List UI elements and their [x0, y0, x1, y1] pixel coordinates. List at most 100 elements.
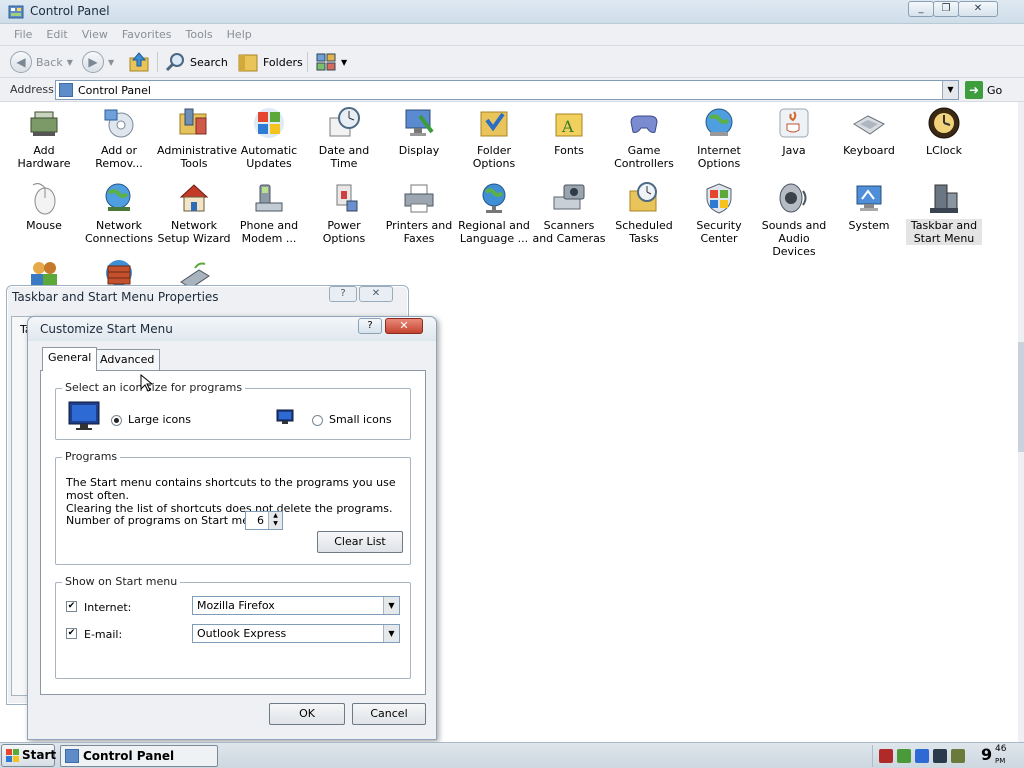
- dropdown-arrow-icon[interactable]: ▼: [383, 597, 399, 614]
- item-automatic-updates[interactable]: Automatic Updates: [231, 104, 307, 170]
- close-button[interactable]: ✕: [958, 1, 998, 17]
- globe-icon: [702, 106, 736, 140]
- large-icons-label[interactable]: Large icons: [128, 413, 191, 426]
- item-mouse[interactable]: Mouse: [6, 179, 82, 232]
- address-dropdown-arrow[interactable]: ▼: [942, 81, 958, 99]
- item-fonts[interactable]: A Fonts: [531, 104, 607, 157]
- item-lclock[interactable]: LClock: [906, 104, 982, 157]
- monitor-tray-icon[interactable]: [933, 749, 947, 763]
- email-client-select[interactable]: Outlook Express ▼: [192, 624, 400, 643]
- menu-favorites[interactable]: Favorites: [122, 24, 172, 46]
- item-network-connections[interactable]: Network Connections: [81, 179, 157, 245]
- item-scanners-and-cameras[interactable]: Scanners and Cameras: [531, 179, 607, 245]
- item-power-options[interactable]: Power Options: [306, 179, 382, 245]
- up-folder-button[interactable]: [127, 50, 151, 74]
- back-button[interactable]: ◀ Back ▼: [10, 50, 73, 74]
- search-button[interactable]: Search: [164, 50, 228, 74]
- windows-logo-icon: [6, 749, 19, 762]
- item-game-controllers[interactable]: Game Controllers: [606, 104, 682, 170]
- menu-help[interactable]: Help: [227, 24, 252, 46]
- item-add-hardware[interactable]: Add Hardware: [6, 104, 82, 170]
- clock-tray-icon[interactable]: [951, 749, 965, 763]
- toolbar: ◀ Back ▼ ▶ ▼ Search Folders ▼: [0, 46, 1024, 78]
- speaker-icon: [777, 181, 811, 215]
- taskbar: Start Control Panel 9 46 PM: [0, 742, 1024, 768]
- item-internet-options[interactable]: Internet Options: [681, 104, 757, 170]
- folder-options-icon: [477, 106, 511, 140]
- large-monitor-icon: [68, 401, 100, 434]
- item-keyboard[interactable]: Keyboard: [831, 104, 907, 157]
- menu-tools[interactable]: Tools: [186, 24, 213, 46]
- mouse-icon: [27, 181, 61, 215]
- menu-file[interactable]: File: [14, 24, 32, 46]
- item-add-remove[interactable]: Add or Remov...: [81, 104, 157, 170]
- network-tray-icon[interactable]: [897, 749, 911, 763]
- back-arrow-icon: ◀: [10, 51, 32, 73]
- email-checkbox[interactable]: ✔: [66, 628, 77, 639]
- go-button[interactable]: ➜ Go: [965, 81, 1002, 99]
- icon-size-group: Select an icon size for programs Large i…: [55, 381, 411, 440]
- address-label: Address: [10, 83, 54, 96]
- item-java[interactable]: Java: [756, 104, 832, 157]
- item-network-setup-wizard[interactable]: Network Setup Wizard: [156, 179, 232, 245]
- ok-button[interactable]: OK: [269, 703, 345, 725]
- tab-general[interactable]: General: [42, 347, 98, 371]
- control-panel-icon: [8, 4, 24, 20]
- restore-button[interactable]: ❐: [933, 1, 959, 17]
- cancel-button[interactable]: Cancel: [352, 703, 426, 725]
- taskbar-control-panel-button[interactable]: Control Panel: [60, 745, 218, 767]
- dialog-help-button[interactable]: ?: [358, 318, 382, 334]
- address-input[interactable]: Control Panel ▼: [55, 80, 959, 100]
- spinner-arrows-icon[interactable]: ▲ ▼: [268, 512, 282, 529]
- security-shield-icon: [702, 181, 736, 215]
- scanner-camera-icon: [552, 181, 586, 215]
- menu-view[interactable]: View: [82, 24, 108, 46]
- item-display[interactable]: Display: [381, 104, 457, 157]
- fonts-folder-icon: A: [552, 106, 586, 140]
- email-label: E-mail:: [84, 628, 123, 641]
- vertical-scrollbar[interactable]: [1018, 102, 1024, 742]
- item-date-and-time[interactable]: Date and Time: [306, 104, 382, 170]
- internet-browser-select[interactable]: Mozilla Firefox ▼: [192, 596, 400, 615]
- small-icons-label[interactable]: Small icons: [329, 413, 392, 426]
- display-icon: [402, 106, 436, 140]
- item-folder-options[interactable]: Folder Options: [456, 104, 532, 170]
- control-panel-icon: [59, 83, 73, 97]
- small-icons-radio[interactable]: [312, 415, 323, 426]
- security-alert-icon[interactable]: [879, 749, 893, 763]
- general-tab-panel: Select an icon size for programs Large i…: [40, 370, 426, 695]
- props-close-button[interactable]: ✕: [359, 286, 393, 302]
- item-regional-and-language[interactable]: Regional and Language ...: [456, 179, 532, 245]
- tray-app-icon[interactable]: [915, 749, 929, 763]
- views-button[interactable]: ▼: [315, 50, 347, 74]
- item-printers-and-faxes[interactable]: Printers and Faxes: [381, 179, 457, 245]
- tab-advanced[interactable]: Advanced: [94, 349, 161, 371]
- folder-up-icon: [129, 52, 149, 72]
- house-network-icon: [177, 181, 211, 215]
- internet-checkbox[interactable]: ✔: [66, 601, 77, 612]
- clear-list-button[interactable]: Clear List: [317, 531, 403, 553]
- item-scheduled-tasks[interactable]: Scheduled Tasks: [606, 179, 682, 245]
- folders-button[interactable]: Folders: [237, 50, 303, 74]
- minimize-button[interactable]: _: [908, 1, 934, 17]
- program-count-spinner[interactable]: 6 ▲ ▼: [245, 511, 283, 530]
- props-help-button[interactable]: ?: [329, 286, 357, 302]
- menu-edit[interactable]: Edit: [46, 24, 67, 46]
- start-button[interactable]: Start: [1, 744, 56, 767]
- item-system[interactable]: System: [831, 179, 907, 232]
- item-administrative-tools[interactable]: Administrative Tools: [156, 104, 237, 170]
- scrollbar-thumb[interactable]: [1018, 342, 1024, 452]
- item-security-center[interactable]: Security Center: [681, 179, 757, 245]
- add-remove-programs-icon: [102, 106, 136, 140]
- dialog-close-button[interactable]: ✕: [385, 318, 423, 334]
- item-taskbar-and-start-menu[interactable]: Taskbar and Start Menu: [906, 179, 982, 245]
- forward-arrow-icon: ▶: [82, 51, 104, 73]
- clock-ampm: PM: [995, 757, 1006, 765]
- taskbar-icon: [927, 181, 961, 215]
- item-phone-and-modem[interactable]: Phone and Modem ...: [231, 179, 307, 245]
- forward-button[interactable]: ▶ ▼: [82, 50, 114, 74]
- dropdown-arrow-icon[interactable]: ▼: [383, 625, 399, 642]
- item-sounds-and-audio[interactable]: Sounds and Audio Devices: [756, 179, 832, 258]
- large-icons-radio[interactable]: [111, 415, 122, 426]
- system-clock[interactable]: 9 46 PM: [981, 744, 1006, 765]
